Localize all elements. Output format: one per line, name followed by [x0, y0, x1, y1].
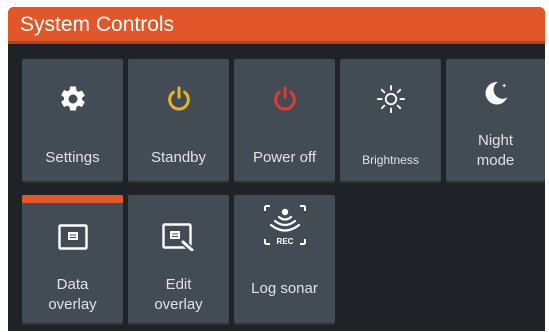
power-off-label: Power off [252, 149, 317, 166]
power-off-button[interactable]: Power off [234, 59, 335, 181]
moon-icon [446, 73, 545, 113]
rec-text: REC [276, 237, 293, 246]
power-off-icon [234, 79, 335, 119]
edit-overlay-icon [128, 217, 229, 257]
gear-icon [22, 79, 123, 119]
brightness-button[interactable]: Brightness [340, 59, 441, 181]
night-mode-label-line1: Night [477, 132, 514, 149]
edit-overlay-button[interactable]: Edit overlay [128, 195, 229, 323]
data-overlay-label-line1: Data [56, 276, 89, 293]
sun-brightness-icon [340, 79, 441, 119]
panel-title: System Controls [20, 13, 175, 36]
brightness-label: Brightness [362, 153, 419, 167]
data-overlay-label-line2: overlay [48, 296, 97, 313]
standby-label: Standby [150, 149, 207, 166]
settings-label: Settings [45, 149, 100, 166]
edit-overlay-label-line1: Edit [165, 276, 192, 293]
standby-button[interactable]: Standby [128, 59, 229, 181]
log-sonar-label: Log sonar [251, 280, 318, 297]
night-mode-label-line2: mode [476, 152, 515, 169]
system-controls-panel: System Controls Settings Standby Power o… [8, 7, 545, 331]
night-mode-button[interactable]: Night mode [446, 59, 545, 181]
data-overlay-icon [22, 217, 123, 257]
edit-overlay-label-line2: overlay [154, 296, 203, 313]
data-overlay-button[interactable]: Data overlay [22, 195, 123, 323]
title-bar: System Controls [8, 7, 545, 44]
sonar-record-icon: REC [234, 203, 335, 247]
settings-button[interactable]: Settings [22, 59, 123, 181]
log-sonar-button[interactable]: REC Log sonar [234, 195, 335, 323]
standby-power-icon [128, 79, 229, 119]
